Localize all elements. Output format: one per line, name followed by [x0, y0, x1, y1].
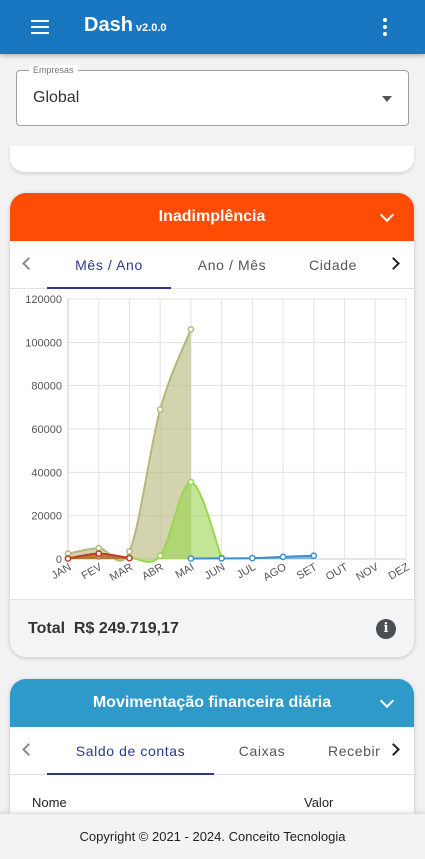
total-bar: Total R$ 249.719,17 i [10, 599, 414, 657]
footer: Copyright © 2021 - 2024. Conceito Tecnol… [0, 813, 425, 859]
tab-scroll-right-icon[interactable] [387, 743, 400, 756]
tab-scroll-right-icon[interactable] [387, 257, 400, 270]
previous-card-bottom [10, 146, 414, 172]
dropdown-caret-icon [382, 96, 392, 102]
series-2-point [126, 554, 133, 562]
tab-recebimentos[interactable]: Recebimentos [328, 727, 380, 775]
x-tick-label: NOV [354, 561, 381, 584]
x-tick-label: JAN [50, 561, 74, 582]
info-icon[interactable]: i [376, 619, 396, 639]
app-bar: Dash v2.0.0 [0, 0, 425, 54]
tab-cidade[interactable]: Cidade [293, 241, 373, 289]
tab-saldo-de-contas[interactable]: Saldo de contas [47, 727, 214, 775]
app-title-text: Dash [84, 14, 133, 36]
x-tick-label: FEV [80, 561, 105, 582]
movimentacao-header[interactable]: Movimentação financeira diária [10, 679, 414, 727]
empresas-label: Empresas [29, 65, 78, 76]
total-text: Total R$ 249.719,17 [28, 620, 179, 638]
series-0-point [95, 544, 103, 552]
x-tick-label: MAR [108, 561, 135, 584]
tab-scroll-left-icon[interactable] [22, 257, 35, 270]
x-tick-label: SET [295, 561, 320, 582]
column-header-nome: Nome [32, 795, 67, 810]
movimentacao-tabs: Saldo de contas Caixas Recebimentos [10, 727, 414, 775]
series-3-point [249, 554, 256, 562]
inadimplencia-card: Inadimplência Mês / Ano Ano / Mês Cidade… [10, 193, 414, 657]
y-tick-label: 40000 [31, 467, 62, 479]
tab-ano-mes[interactable]: Ano / Mês [171, 241, 293, 289]
tab-mes-ano[interactable]: Mês / Ano [47, 241, 171, 289]
empresas-select[interactable]: Empresas Global [16, 65, 409, 126]
inadimplencia-chart: 020000400006000080000100000120000JAN FEV M… [25, 294, 411, 584]
tab-caixas[interactable]: Caixas [214, 727, 310, 775]
x-tick-label: MAI [173, 561, 196, 581]
series-0-point [156, 406, 164, 413]
series-2-point [95, 550, 103, 557]
series-3-point [187, 555, 195, 562]
y-tick-label: 80000 [31, 381, 62, 393]
y-tick-label: 100000 [25, 337, 62, 349]
series-0-point [187, 325, 195, 333]
series-1-point [156, 552, 164, 560]
series-3-point [218, 555, 225, 562]
copyright-text: Copyright © 2021 - 2024. Conceito Tecnol… [79, 829, 346, 844]
x-tick-label: JUL [235, 561, 258, 581]
x-tick-label: ABR [140, 561, 166, 583]
app-title: Dash v2.0.0 [84, 14, 167, 37]
inadimplencia-header[interactable]: Inadimplência [10, 193, 414, 241]
series-1-point [187, 478, 195, 486]
series-2-point [64, 555, 72, 562]
x-tick-label: OUT [324, 561, 350, 583]
x-tick-label: DEZ [386, 561, 411, 583]
series-3-point [310, 552, 318, 560]
empresas-value: Global [33, 89, 80, 106]
inadimplencia-tabs: Mês / Ano Ano / Mês Cidade [10, 241, 414, 289]
column-header-valor: Valor [304, 795, 334, 810]
series-0-point [126, 548, 133, 555]
series-3-point [279, 553, 287, 561]
chevron-down-icon[interactable] [379, 693, 395, 709]
more-vert-icon[interactable] [376, 14, 394, 40]
app-version: v2.0.0 [135, 22, 167, 34]
movimentacao-title: Movimentação financeira diária [92, 694, 332, 711]
y-tick-label: 120000 [25, 294, 62, 306]
chevron-down-icon[interactable] [379, 207, 395, 223]
y-tick-label: 20000 [31, 511, 62, 523]
x-tick-label: JUN [203, 561, 228, 582]
tab-scroll-left-icon[interactable] [22, 743, 35, 756]
total-value: R$ 249.719,17 [73, 620, 179, 637]
x-tick-label: AGO [261, 561, 289, 584]
total-label: Total [28, 620, 66, 637]
tab-indicator [47, 773, 214, 775]
menu-icon[interactable] [28, 16, 52, 38]
inadimplencia-title: Inadimplência [158, 208, 266, 225]
y-tick-label: 60000 [31, 424, 62, 436]
